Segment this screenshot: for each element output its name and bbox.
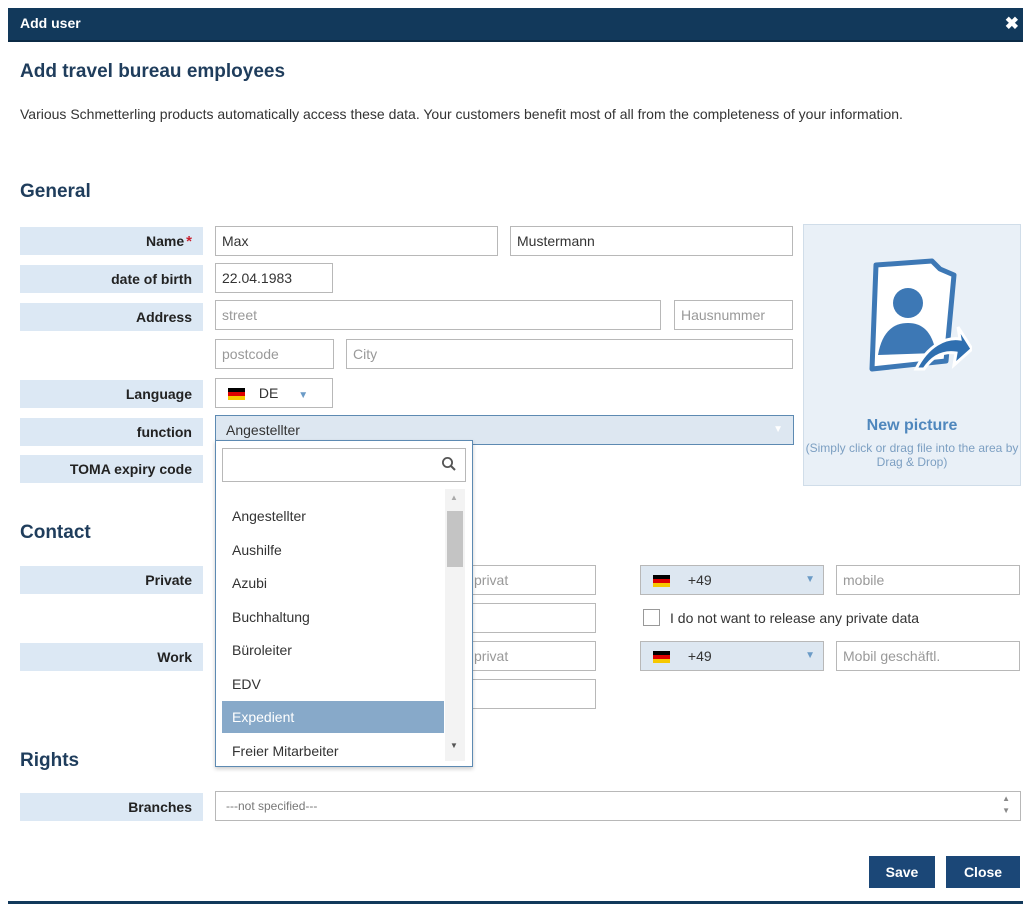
chevron-down-icon: ▼ (298, 390, 309, 401)
section-rights-title: Rights (20, 750, 80, 771)
dropdown-option[interactable]: Expedient (222, 701, 444, 733)
dropdown-option[interactable]: Aushilfe (222, 534, 444, 566)
scroll-up-icon[interactable]: ▲ (450, 493, 458, 502)
close-button[interactable]: Close (946, 856, 1020, 888)
private-country-code-select[interactable]: +49 ▼ (640, 565, 824, 595)
function-value: Angestellter (226, 422, 300, 438)
work-mobile-input[interactable]: Mobil geschäftl. (836, 641, 1020, 671)
language-value: DE (258, 385, 279, 401)
street-input[interactable]: street (215, 300, 661, 330)
work-country-code-select[interactable]: +49 ▼ (640, 641, 824, 671)
spinner-icon: ▲ ▼ (1002, 794, 1010, 815)
scroll-down-icon[interactable]: ▼ (450, 741, 458, 750)
dropdown-option[interactable]: Angestellter (222, 500, 444, 532)
branches-label: Branches (20, 793, 203, 821)
search-icon (442, 457, 456, 471)
page-title: Add travel bureau employees (20, 61, 286, 82)
private-phone-input[interactable]: privat (468, 565, 596, 595)
section-general-title: General (20, 181, 91, 202)
dob-input[interactable]: 22.04.1983 (215, 263, 333, 293)
picture-subtitle: (Simply click or drag file into the area… (805, 441, 1019, 469)
picture-upload-area[interactable]: New picture (Simply click or drag file i… (803, 224, 1021, 486)
user-upload-icon (869, 258, 972, 372)
dialog-title: Add user (20, 15, 81, 31)
dropdown-scrollbar[interactable]: ▲ ▼ (445, 489, 465, 761)
dropdown-option[interactable]: Freier Mitarbeiter (222, 735, 444, 767)
no-private-data-label: I do not want to release any private dat… (670, 610, 920, 626)
house-number-input[interactable]: Hausnummer (674, 300, 793, 330)
postcode-input[interactable]: postcode (215, 339, 334, 369)
close-icon[interactable]: ✖ (1005, 14, 1019, 34)
last-name-input[interactable]: Mustermann (510, 226, 793, 256)
private-label: Private (20, 566, 203, 594)
chevron-down-icon: ▼ (805, 574, 815, 585)
work-label: Work (20, 643, 203, 671)
chevron-down-icon: ▼ (773, 424, 783, 435)
save-button[interactable]: Save (869, 856, 935, 888)
city-input[interactable]: City (346, 339, 793, 369)
page-description: Various Schmetterling products automatic… (20, 106, 903, 122)
dob-label: date of birth (20, 265, 203, 293)
dropdown-search-input[interactable] (222, 448, 466, 482)
language-select[interactable]: DE ▼ (215, 378, 333, 408)
name-label: Name * (20, 227, 203, 255)
language-label: Language (20, 380, 203, 408)
dropdown-option[interactable]: Azubi (222, 567, 444, 599)
scrollbar-thumb[interactable] (447, 511, 463, 567)
branches-value: ---not specified--- (226, 799, 318, 813)
dialog-titlebar: Add user ✖ (8, 8, 1023, 42)
picture-title: New picture (866, 417, 958, 434)
function-label: function (20, 418, 203, 446)
dropdown-option[interactable]: Buchhaltung (222, 601, 444, 633)
first-name-input[interactable]: Max (215, 226, 498, 256)
german-flag-icon (653, 651, 670, 664)
no-private-data-checkbox[interactable] (643, 609, 660, 626)
chevron-down-icon: ▼ (805, 650, 815, 661)
private-mobile-input[interactable]: mobile (836, 565, 1020, 595)
branches-select[interactable]: ---not specified--- ▲ ▼ (215, 791, 1021, 821)
private-country-code: +49 (687, 572, 712, 588)
work-phone-input[interactable]: privat (468, 641, 596, 671)
required-icon: * (186, 233, 192, 250)
german-flag-icon (228, 388, 245, 401)
section-contact-title: Contact (20, 522, 91, 543)
dropdown-option[interactable]: EDV (222, 668, 444, 700)
toma-expiry-label: TOMA expiry code (20, 455, 203, 483)
work-country-code: +49 (687, 648, 712, 664)
name-label-text: Name (146, 233, 185, 249)
private-email-input[interactable] (468, 603, 596, 633)
function-dropdown: Angestellter Aushilfe Azubi Buchhaltung Büro… (215, 440, 473, 767)
address-label: Address (20, 303, 203, 331)
dropdown-option[interactable]: Büroleiter (222, 634, 444, 666)
german-flag-icon (653, 575, 670, 588)
work-email-input[interactable] (468, 679, 596, 709)
